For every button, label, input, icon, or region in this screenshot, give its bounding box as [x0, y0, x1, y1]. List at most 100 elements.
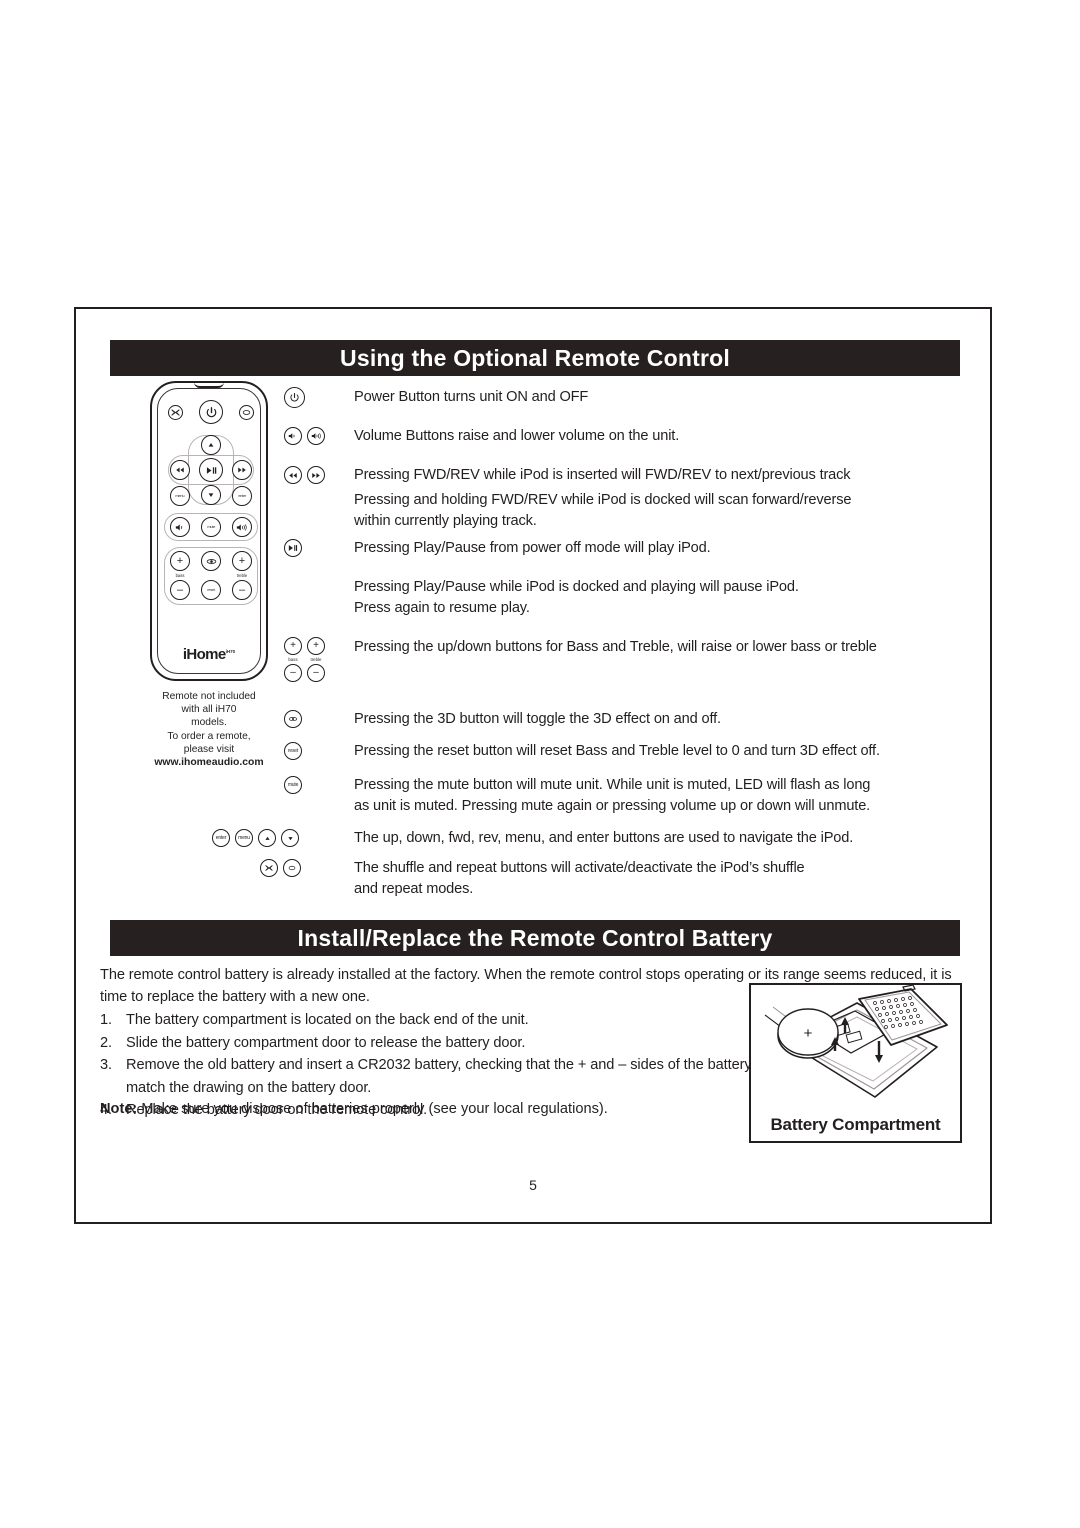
remote-key-treble-down-label: – [238, 583, 246, 596]
ihome-website-link[interactable]: www.ihomeaudio.com [134, 756, 284, 769]
battery-step-number: 1. [100, 1012, 112, 1028]
reset-icon: reset [284, 742, 302, 760]
battery-polarity-plus: + [804, 1025, 813, 1042]
rewind-icon [284, 466, 302, 484]
battery-step-number: 3. [100, 1057, 112, 1073]
remote-brand-logo: iHomeiH70 [152, 646, 266, 663]
remote-key-menu-label: menu [175, 493, 185, 498]
remote-key-bass-up-label: + [176, 554, 184, 567]
remote-note-line-1: Remote not included [162, 691, 256, 702]
volume-up-icon [307, 427, 325, 445]
remote-key-reset: reset [201, 580, 221, 600]
instruction-text: Pressing the reset button will reset Bas… [354, 743, 880, 759]
instruction-text: Pressing the up/down buttons for Bass an… [354, 639, 877, 655]
instruction-icons [284, 577, 354, 597]
play-pause-icon [284, 539, 302, 557]
remote-key-bass-down: – [170, 580, 190, 600]
battery-step-text: Slide the battery compartment door to re… [126, 1034, 526, 1051]
instruction-text: Pressing Play/Pause from power off mode … [354, 540, 711, 556]
instruction-text: Pressing FWD/REV while iPod is inserted … [354, 467, 851, 483]
remote-note-line-3: models. [191, 717, 227, 729]
remote-key-repeat [239, 405, 254, 420]
instruction-icons: + bass – + treble – [284, 637, 354, 682]
instruction-text: Volume Buttons raise and lower volume on… [354, 428, 680, 444]
remote-key-power [199, 400, 223, 424]
remote-note-line-4: To order a remote, [167, 730, 251, 742]
treble-icon-label: treble [310, 657, 322, 662]
down-arrow-icon [281, 829, 299, 847]
instruction-icons [284, 709, 354, 729]
instruction-icons [284, 538, 354, 558]
instruction-icons: reset [284, 741, 354, 761]
bass-stepper-icon: + bass – [284, 637, 302, 682]
remote-note-line-5: please visit [183, 743, 235, 755]
instruction-icons [212, 858, 354, 878]
instruction-icons [284, 386, 354, 408]
remote-control-illustration: menu enter mute + + bass treble – reset … [134, 381, 284, 769]
enter-icon: enter [212, 829, 230, 847]
page-number: 5 [529, 1177, 537, 1193]
remote-brand-text: iHome [182, 646, 226, 663]
manual-page: Using the Optional Remote Control menu e… [74, 307, 992, 1224]
instruction-row-3d: Pressing the 3D button will toggle the 3… [284, 709, 984, 730]
battery-step-number: 2. [100, 1034, 112, 1051]
power-icon [284, 386, 305, 408]
treble-stepper-icon: + treble – [307, 637, 325, 682]
instruction-text: Power Button turns unit ON and OFF [354, 389, 589, 405]
instruction-text: Pressing the 3D button will toggle the 3… [354, 711, 721, 727]
instruction-row-mute: mute Pressing the mute button will mute … [284, 775, 984, 817]
remote-bass-label: bass [175, 573, 185, 578]
instruction-row-fwd-rev: Pressing FWD/REV while iPod is inserted … [284, 465, 974, 486]
instruction-row-power: Power Button turns unit ON and OFF [284, 386, 964, 408]
instruction-row-shuffle-repeat: The shuffle and repeat buttons will acti… [212, 858, 982, 900]
remote-key-forward [232, 460, 252, 480]
remote-ir-notch [194, 382, 224, 388]
bass-icon-label: bass [288, 657, 298, 662]
battery-step-text: The battery compartment is located on th… [126, 1012, 529, 1028]
remote-body: menu enter mute + + bass treble – reset … [150, 381, 268, 681]
instruction-row-fwd-rev-hold: Pressing and holding FWD/REV while iPod … [284, 490, 984, 532]
remote-treble-label: treble [236, 573, 248, 578]
instruction-icons [284, 465, 354, 485]
remote-key-rewind [170, 460, 190, 480]
remote-key-bass-down-label: – [176, 583, 184, 596]
section-header-battery: Install/Replace the Remote Control Batte… [110, 920, 960, 956]
bass-down-icon: – [284, 664, 302, 682]
instruction-icons [284, 426, 354, 446]
mute-icon: mute [284, 776, 302, 794]
instruction-icons [284, 490, 354, 510]
volume-down-icon [284, 427, 302, 445]
remote-key-treble-down: – [232, 580, 252, 600]
instruction-icons: mute [284, 775, 354, 795]
treble-up-icon: + [307, 637, 325, 655]
up-arrow-icon [258, 829, 276, 847]
fast-forward-icon [307, 466, 325, 484]
remote-key-treble-up-label: + [238, 554, 246, 567]
battery-note-label: Note: [100, 1101, 138, 1117]
three-d-icon [284, 710, 302, 728]
remote-key-enter: enter [232, 486, 252, 506]
remote-key-menu: menu [170, 486, 190, 506]
instruction-text: The shuffle and repeat buttons will acti… [354, 860, 805, 897]
instruction-row-volume: Volume Buttons raise and lower volume on… [284, 426, 964, 447]
menu-icon-label: menu [238, 834, 250, 841]
battery-compartment-figure: + Battery Compartment [749, 983, 962, 1143]
instruction-row-reset: reset Pressing the reset button will res… [284, 741, 984, 762]
section-header-remote: Using the Optional Remote Control [110, 340, 960, 376]
remote-key-up [201, 435, 221, 455]
remote-key-reset-label: reset [207, 587, 215, 592]
bass-up-icon: + [284, 637, 302, 655]
instruction-icons: enter menu [212, 828, 354, 848]
battery-step-text: Remove the old battery and insert a CR20… [126, 1057, 752, 1096]
treble-down-icon: – [307, 664, 325, 682]
battery-disposal-note: Note: Make sure you dispose of batteries… [100, 1099, 760, 1120]
remote-key-down [201, 485, 221, 505]
instruction-row-play-pause-docked: Pressing Play/Pause while iPod is docked… [284, 577, 984, 619]
remote-key-shuffle [168, 405, 183, 420]
remote-key-enter-label: enter [238, 493, 246, 498]
instruction-text: Pressing the mute button will mute unit.… [354, 777, 871, 814]
remote-key-volume-down [170, 517, 190, 537]
remote-key-volume-up [232, 517, 252, 537]
menu-icon: menu [235, 829, 253, 847]
battery-step: 1. The battery compartment is located on… [100, 1009, 760, 1032]
